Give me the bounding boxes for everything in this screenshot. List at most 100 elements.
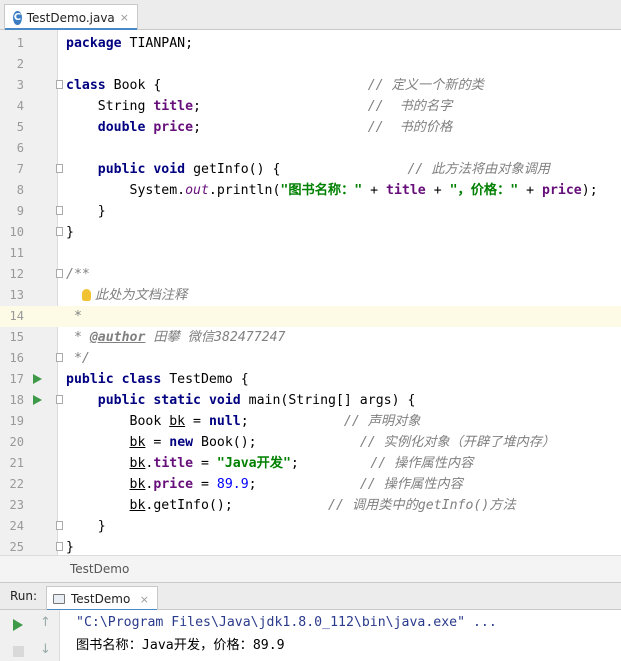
- run-tab-testdemo[interactable]: TestDemo ×: [46, 586, 158, 612]
- code-line[interactable]: 16 */: [0, 348, 621, 369]
- code-token: System.: [66, 183, 186, 198]
- code-token: );: [581, 183, 598, 198]
- code-token: public: [97, 393, 146, 408]
- code-line[interactable]: 12 /**: [0, 264, 621, 285]
- line-number: 23: [9, 498, 24, 512]
- code-token: static: [153, 393, 201, 408]
- code-token: +: [362, 183, 387, 198]
- code-line[interactable]: 7 public void getInfo() { // 此方法将由对象调用: [0, 159, 621, 180]
- code-token: // 书的名字: [367, 99, 453, 114]
- code-line[interactable]: 3 class Book { // 定义一个新的类: [0, 75, 621, 96]
- close-icon[interactable]: ×: [120, 11, 129, 24]
- line-number: 5: [16, 120, 24, 134]
- console-toolbar: ↑ ↓: [0, 610, 60, 661]
- code-token: +: [518, 183, 543, 198]
- lightbulb-icon[interactable]: [81, 289, 91, 301]
- arrow-down-icon[interactable]: ↓: [40, 642, 51, 657]
- code-line[interactable]: 6: [0, 138, 621, 159]
- code-token: // 调用类中的: [328, 498, 418, 513]
- code-token: title: [386, 183, 426, 198]
- code-text: public static void main(String[] args) {: [66, 390, 416, 411]
- arrow-up-icon[interactable]: ↑: [40, 615, 51, 630]
- line-number: 19: [9, 414, 24, 428]
- fold-marker-icon[interactable]: [56, 542, 63, 551]
- code-token: public: [97, 162, 146, 177]
- code-text: }: [66, 537, 74, 555]
- line-number: 2: [16, 57, 24, 71]
- code-text: class Book { // 定义一个新的类: [66, 75, 484, 96]
- code-token: }: [66, 225, 74, 240]
- fold-marker-icon[interactable]: [56, 227, 63, 236]
- fold-marker-icon[interactable]: [56, 206, 63, 215]
- code-line[interactable]: 8 System.out.println("图书名称：" + title + "…: [0, 180, 621, 201]
- line-number: 20: [9, 435, 24, 449]
- code-line[interactable]: 4 String title; // 书的名字: [0, 96, 621, 117]
- code-text: * @author 田攀 微信382477247: [66, 327, 286, 348]
- run-gutter-icon[interactable]: [33, 395, 42, 405]
- rerun-icon[interactable]: [13, 619, 23, 631]
- code-token: price: [153, 120, 194, 135]
- code-editor[interactable]: 1 package TIANPAN; 2 3 class Book { // 定义一个新…: [0, 30, 621, 555]
- code-token: out: [185, 183, 209, 198]
- code-line[interactable]: 1 package TIANPAN;: [0, 33, 621, 54]
- code-token: @author: [89, 330, 146, 345]
- run-tab-label: TestDemo: [71, 592, 131, 606]
- code-token: double: [97, 120, 146, 135]
- code-token: ;: [248, 477, 360, 492]
- fold-marker-icon[interactable]: [56, 395, 63, 404]
- code-line[interactable]: 24 }: [0, 516, 621, 537]
- line-number: 22: [9, 477, 24, 491]
- fold-marker-icon[interactable]: [56, 269, 63, 278]
- close-icon[interactable]: ×: [140, 593, 149, 606]
- code-line[interactable]: 23 bk.getInfo(); // 调用类中的getInfo()方法: [0, 495, 621, 516]
- fold-marker-icon[interactable]: [56, 80, 63, 89]
- code-token: .getInfo();: [145, 498, 329, 513]
- code-line[interactable]: 25}: [0, 537, 621, 555]
- run-gutter-icon[interactable]: [33, 374, 42, 384]
- code-line[interactable]: 11: [0, 243, 621, 264]
- code-token: }: [66, 519, 106, 534]
- editor-tab-testdemo[interactable]: C TestDemo.java ×: [4, 4, 138, 31]
- code-token: *: [66, 330, 90, 345]
- code-line[interactable]: 9 }: [0, 201, 621, 222]
- code-token: void: [153, 162, 186, 177]
- code-line[interactable]: 19 Book bk = null; // 声明对象: [0, 411, 621, 432]
- code-line[interactable]: 18 public static void main(String[] args…: [0, 390, 621, 411]
- line-number: 21: [9, 456, 24, 470]
- code-text: public class TestDemo {: [66, 369, 249, 390]
- code-line[interactable]: 22 bk.price = 89.9; // 操作属性内容: [0, 474, 621, 495]
- code-token: new: [169, 435, 194, 450]
- fold-marker-icon[interactable]: [56, 353, 63, 362]
- code-line[interactable]: 13 此处为文档注释: [0, 285, 621, 306]
- code-token: /**: [66, 267, 90, 282]
- editor-tab-label: TestDemo.java: [26, 10, 115, 25]
- code-line[interactable]: 5 double price; // 书的价格: [0, 117, 621, 138]
- code-token: TestDemo {: [161, 372, 249, 387]
- code-text: String title; // 书的名字: [66, 96, 452, 117]
- stop-icon[interactable]: [13, 646, 24, 657]
- run-console[interactable]: ↑ ↓ "C:\Program Files\Java\jdk1.8.0_112\…: [0, 610, 621, 661]
- line-number: 14: [9, 309, 24, 323]
- code-line[interactable]: 15 * @author 田攀 微信382477247: [0, 327, 621, 348]
- code-line[interactable]: 21 bk.title = "Java开发"; // 操作属性内容: [0, 453, 621, 474]
- breadcrumb[interactable]: TestDemo: [0, 555, 621, 582]
- code-line[interactable]: 14 *: [0, 306, 621, 327]
- code-line[interactable]: 20 bk = new Book(); // 实例化对象（开辟了堆内存）: [0, 432, 621, 453]
- line-number: 6: [16, 141, 24, 155]
- fold-marker-icon[interactable]: [56, 521, 63, 530]
- code-token: "Java开发": [216, 456, 291, 471]
- code-line[interactable]: 10}: [0, 222, 621, 243]
- code-line[interactable]: 17 public class TestDemo {: [0, 369, 621, 390]
- code-token: bk: [129, 456, 146, 471]
- code-text: }: [66, 516, 106, 537]
- code-token: class: [66, 78, 106, 93]
- code-token: bk: [129, 498, 146, 513]
- fold-marker-icon[interactable]: [56, 164, 63, 173]
- line-number: 7: [16, 162, 24, 176]
- line-number: 24: [9, 519, 24, 533]
- code-line[interactable]: 2: [0, 54, 621, 75]
- line-number: 4: [16, 99, 24, 113]
